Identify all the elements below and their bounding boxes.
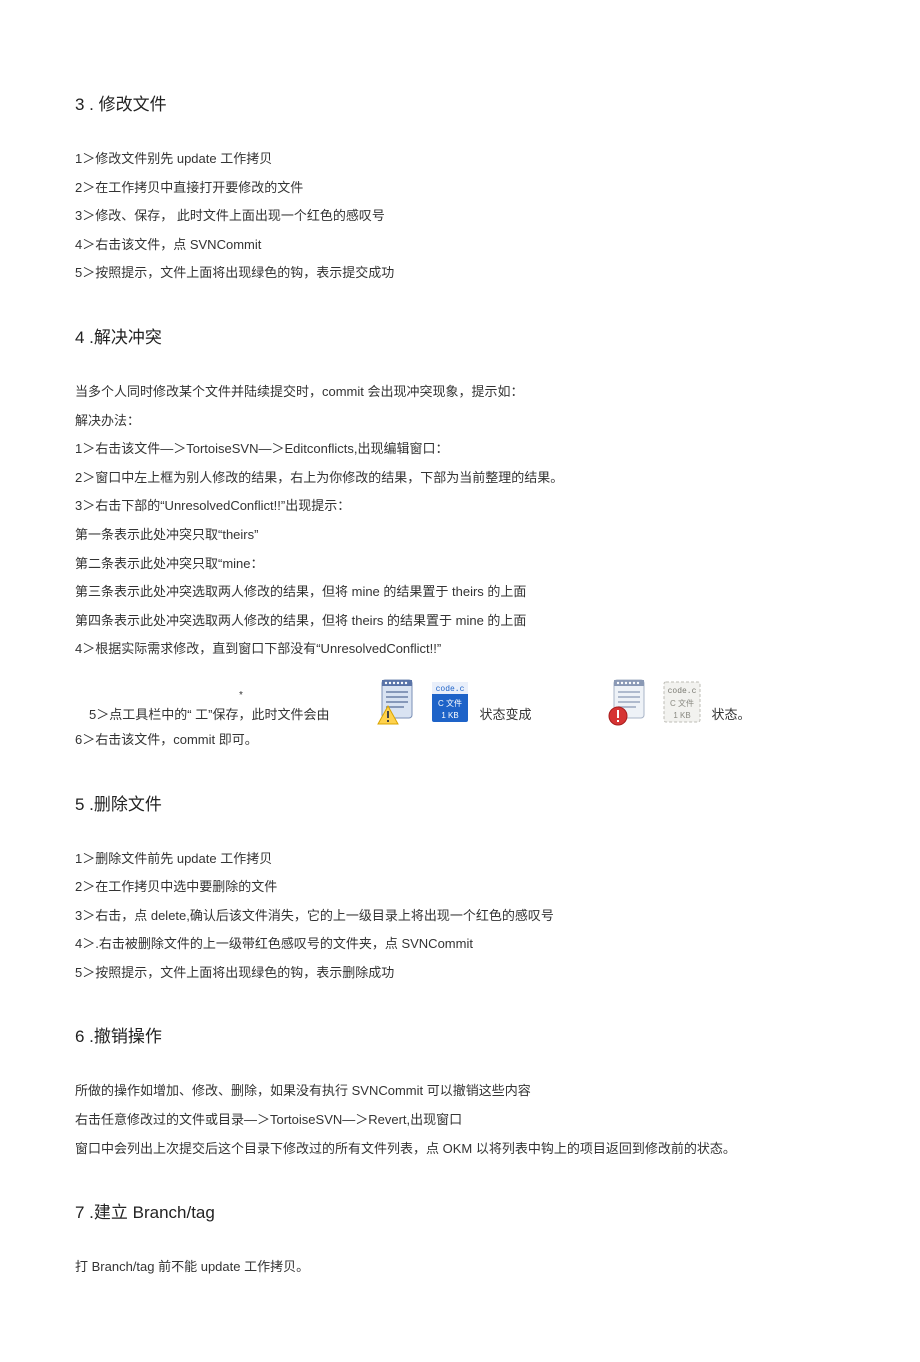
body-text: 1＞删除文件前先 update 工作拷贝	[75, 845, 845, 874]
body-text: 第一条表示此处冲突只取“theirs”	[75, 521, 845, 550]
body-text: 5＞按照提示，文件上面将出现绿色的钩，表示提交成功	[75, 259, 845, 288]
body-text: 4＞.右击被删除文件的上一级带红色感叹号的文件夹，点 SVNCommit	[75, 930, 845, 959]
body-text: 3＞右击下部的“UnresolvedConflict!!”出现提示：	[75, 492, 845, 521]
heading-section-5: 5 .删除文件	[75, 790, 845, 815]
body-text: 1＞修改文件别先 update 工作拷贝	[75, 145, 845, 174]
icon-status-row: * 5＞点工具栏中的“ 工”保存，此时文件会由	[75, 678, 845, 726]
svg-text:1 KB: 1 KB	[673, 711, 690, 720]
body-text: 状态。	[712, 705, 751, 726]
body-text: 3＞右击，点 delete,确认后该文件消失，它的上一级目录上将出现一个红色的感…	[75, 902, 845, 931]
svg-text:C 文件: C 文件	[670, 698, 694, 708]
body-text: 第二条表示此处冲突只取“mine：	[75, 550, 845, 579]
body-text: 右击任意修改过的文件或目录—＞TortoiseSVN—＞Revert,出现窗口	[75, 1106, 845, 1135]
svg-text:C 文件: C 文件	[438, 698, 462, 708]
heading-section-6: 6 .撤销操作	[75, 1022, 845, 1047]
body-text: 6＞右击该文件，commit 即可。	[75, 726, 845, 755]
body-text: * 5＞点工具栏中的“ 工”保存，此时文件会由	[75, 684, 330, 726]
svg-text:1 KB: 1 KB	[441, 711, 458, 720]
body-text: 2＞在工作拷贝中选中要删除的文件	[75, 873, 845, 902]
body-text: 当多个人同时修改某个文件并陆续提交时，commit 会出现冲突现象，提示如：	[75, 378, 845, 407]
file-warning-icon	[376, 678, 420, 726]
body-text: 窗口中会列出上次提交后这个目录下修改过的所有文件列表，点 OKM 以将列表中钩上…	[75, 1135, 845, 1164]
body-text: 解决办法：	[75, 407, 845, 436]
body-text: 第四条表示此处冲突选取两人修改的结果，但将 theirs 的结果置于 mine …	[75, 607, 845, 636]
body-text: 5＞按照提示，文件上面将出现绿色的钩，表示删除成功	[75, 959, 845, 988]
body-text: 3＞修改、保存， 此时文件上面出现一个红色的感叹号	[75, 202, 845, 231]
body-text: 2＞窗口中左上框为别人修改的结果，右上为你修改的结果，下部为当前整理的结果。	[75, 464, 845, 493]
body-text: 1＞右击该文件—＞TortoiseSVN—＞Editconflicts,出现编辑…	[75, 435, 845, 464]
body-text: 所做的操作如增加、修改、删除，如果没有执行 SVNCommit 可以撤销这些内容	[75, 1077, 845, 1106]
document-page: 3 . 修改文件 1＞修改文件别先 update 工作拷贝 2＞在工作拷贝中直接…	[0, 0, 920, 1362]
body-text: 2＞在工作拷贝中直接打开要修改的文件	[75, 174, 845, 203]
heading-section-7: 7 .建立 Branch/tag	[75, 1198, 845, 1223]
file-error-icon	[608, 678, 652, 726]
body-text: 状态变成	[480, 705, 532, 726]
body-text: 打 Branch/tag 前不能 update 工作拷贝。	[75, 1253, 845, 1282]
body-text: 4＞根据实际需求修改，直到窗口下部没有“UnresolvedConflict!!…	[75, 635, 845, 664]
heading-section-3: 3 . 修改文件	[75, 90, 845, 115]
code-file-gray-icon: code.c C 文件 1 KB	[660, 678, 704, 726]
heading-section-4: 4 .解决冲突	[75, 323, 845, 348]
body-text: 第三条表示此处冲突选取两人修改的结果，但将 mine 的结果置于 theirs …	[75, 578, 845, 607]
svg-text:code.c: code.c	[435, 685, 464, 694]
svg-text:code.c: code.c	[667, 687, 696, 696]
code-file-blue-icon: code.c C 文件 1 KB	[428, 678, 472, 726]
body-text: 4＞右击该文件，点 SVNCommit	[75, 231, 845, 260]
